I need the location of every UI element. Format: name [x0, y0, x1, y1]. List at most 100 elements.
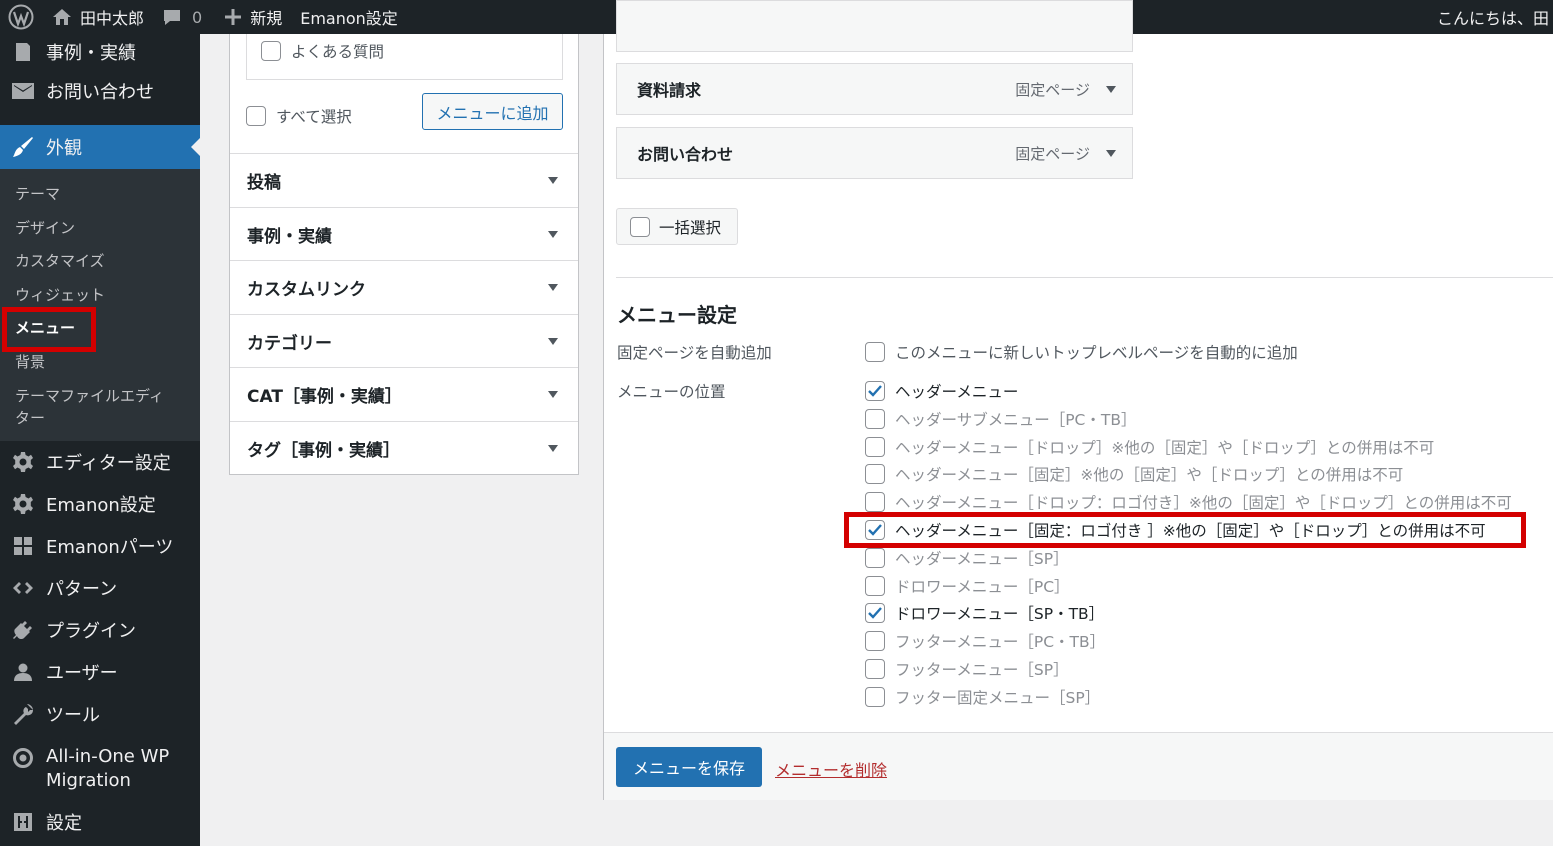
- accordion-label: 事例・実績: [247, 227, 332, 247]
- sidebar-item-cases[interactable]: 事例・実績: [0, 34, 200, 70]
- accordion-custom-links[interactable]: カスタムリンク: [230, 260, 578, 314]
- menu-item-type-label: 固定ページ: [1015, 144, 1090, 163]
- menu-location-label: ヘッダーメニュー［ドロップ］※他の［固定］や［ドロップ］との併用は不可: [895, 438, 1435, 457]
- triangle-down-icon: [1106, 85, 1116, 93]
- menu-location-option[interactable]: ヘッダーメニュー［SP］: [865, 547, 1069, 569]
- menu-location-label: ヘッダーメニュー［固定］※他の［固定］や［ドロップ］との併用は不可: [895, 466, 1404, 485]
- menu-item-previous[interactable]: [616, 0, 1133, 52]
- sidebar-item-emanon-settings[interactable]: Emanon設定: [0, 483, 200, 525]
- sidebar-item-patterns[interactable]: パターン: [0, 567, 200, 609]
- sidebar-item-appearance[interactable]: 外観: [0, 125, 200, 169]
- menu-item[interactable]: お問い合わせ 固定ページ: [616, 127, 1133, 179]
- save-menu-button[interactable]: メニューを保存: [616, 747, 762, 787]
- sidebar-item-label: ユーザー: [46, 663, 118, 684]
- menu-location-option[interactable]: ヘッダーメニュー［ドロップ］※他の［固定］や［ドロップ］との併用は不可: [865, 436, 1434, 458]
- triangle-down-icon: [1106, 149, 1116, 157]
- delete-menu-link[interactable]: メニューを削除: [775, 757, 887, 781]
- menu-location-option[interactable]: ヘッダーサブメニュー［PC・TB］: [865, 408, 1136, 430]
- menu-structure-panel: 資料請求 固定ページ お問い合わせ 固定ページ 一括選択 メニュー設定 固定ペー…: [603, 0, 1553, 800]
- menu-location-option[interactable]: ドロワーメニュー［PC］: [865, 575, 1070, 597]
- menu-item-type[interactable]: 固定ページ: [1015, 143, 1116, 164]
- menu-location-label: フッター固定メニュー［SP］: [895, 688, 1101, 707]
- sidebar-item-plugins[interactable]: プラグイン: [0, 609, 200, 651]
- auto-add-option-label: このメニューに新しいトップレベルページを自動的に追加: [895, 344, 1298, 362]
- sidebar-item-label: 設定: [46, 813, 82, 834]
- wrench-icon: [12, 703, 34, 725]
- menu-settings-title: メニュー設定: [617, 303, 737, 327]
- checkbox[interactable]: [865, 631, 885, 652]
- accordion-cases[interactable]: 事例・実績: [230, 207, 578, 261]
- menu-location-option[interactable]: フッター固定メニュー［SP］: [865, 686, 1100, 708]
- auto-add-checkbox[interactable]: [865, 342, 885, 362]
- new-content-link[interactable]: 新規: [215, 0, 291, 34]
- checked-checkbox[interactable]: [865, 381, 885, 401]
- menu-location-option[interactable]: フッターメニュー［PC・TB］: [865, 630, 1105, 652]
- select-all-checkbox[interactable]: [246, 106, 266, 126]
- sidebar-item-label: 事例・実績: [46, 43, 136, 64]
- gear-icon: [12, 451, 34, 473]
- checkbox[interactable]: [865, 408, 885, 429]
- menu-location-option[interactable]: ヘッダーメニュー［固定］※他の［固定］や［ドロップ］との併用は不可: [865, 463, 1403, 485]
- sidebar-item-all-in-one-migration[interactable]: All-in-One WP Migration: [0, 735, 200, 801]
- checkbox[interactable]: [865, 575, 885, 596]
- accordion-tag-cases[interactable]: タグ［事例・実績］: [230, 421, 578, 475]
- page-option-faq[interactable]: よくある質問: [261, 40, 384, 62]
- menu-item[interactable]: 資料請求 固定ページ: [616, 63, 1133, 115]
- faq-checkbox[interactable]: [261, 41, 281, 61]
- sidebar-item-contact[interactable]: お問い合わせ: [0, 70, 200, 112]
- accordion-cat-cases[interactable]: CAT［事例・実績］: [230, 367, 578, 421]
- sidebar-item-settings[interactable]: 設定: [0, 801, 200, 843]
- submenu-item-themes[interactable]: テーマ: [0, 177, 200, 211]
- plug-icon: [12, 619, 34, 641]
- menu-location-option[interactable]: ヘッダーメニュー: [865, 380, 1018, 402]
- menu-item-type[interactable]: 固定ページ: [1015, 79, 1116, 100]
- add-menu-items-panel: よくある質問 すべて選択 メニューに追加 投稿 事例・実績 カスタムリンク カテ…: [229, 34, 579, 475]
- sidebar-item-editor-settings[interactable]: エディター設定: [0, 441, 200, 483]
- accordion-label: カテゴリー: [247, 334, 332, 354]
- divider: [616, 277, 1553, 278]
- sidebar-item-label: お問い合わせ: [46, 82, 154, 103]
- accordion-posts[interactable]: 投稿: [230, 153, 578, 207]
- checkbox[interactable]: [865, 547, 885, 568]
- checkbox[interactable]: [865, 436, 885, 457]
- admin-sidebar: 事例・実績 お問い合わせ 外観 テーマ デザイン カスタマイズ ウィジェット メ…: [0, 34, 200, 846]
- sidebar-item-emanon-parts[interactable]: Emanonパーツ: [0, 525, 200, 567]
- checkmark-icon: [868, 385, 882, 397]
- checkbox[interactable]: [865, 492, 885, 513]
- menu-location-option[interactable]: ドロワーメニュー［SP・TB］: [865, 602, 1104, 624]
- menu-item-type-label: 固定ページ: [1015, 80, 1090, 99]
- sidebar-item-tools[interactable]: ツール: [0, 693, 200, 735]
- auto-add-option[interactable]: このメニューに新しいトップレベルページを自動的に追加: [865, 341, 1298, 363]
- checkbox[interactable]: [865, 464, 885, 485]
- submenu-item-customize[interactable]: カスタマイズ: [0, 244, 200, 278]
- checked-checkbox[interactable]: [865, 603, 885, 624]
- select-all-option[interactable]: すべて選択: [246, 105, 352, 127]
- menu-location-label: ドロワーメニュー［PC］: [895, 577, 1070, 596]
- submenu-item-widgets[interactable]: ウィジェット: [0, 278, 200, 312]
- accordion-categories[interactable]: カテゴリー: [230, 314, 578, 368]
- wordpress-logo-icon[interactable]: [0, 0, 43, 34]
- submenu-item-theme-file-editor[interactable]: テーマファイルエディター: [0, 378, 185, 433]
- paintbrush-icon: [12, 136, 34, 158]
- menu-location-option[interactable]: フッターメニュー［SP］: [865, 658, 1069, 680]
- gear-icon: [12, 493, 34, 515]
- account-greeting[interactable]: こんにちは、田: [1437, 0, 1553, 34]
- menu-location-label: ヘッダーサブメニュー［PC・TB］: [895, 410, 1137, 429]
- checkbox[interactable]: [865, 659, 885, 679]
- site-name: 田中太郎: [80, 9, 145, 28]
- menu-location-option[interactable]: ヘッダーメニュー［ドロップ：ロゴ付き］※他の［固定］や［ドロップ］との併用は不可: [865, 491, 1512, 513]
- sidebar-item-label: パターン: [46, 579, 118, 600]
- bulk-select-button[interactable]: 一括選択: [616, 208, 738, 245]
- site-name-link[interactable]: 田中太郎: [43, 0, 153, 34]
- menu-location-label: ヘッダーメニュー［ドロップ：ロゴ付き］※他の［固定］や［ドロップ］との併用は不可: [895, 494, 1512, 513]
- menu-item-title: お問い合わせ: [637, 145, 734, 164]
- sidebar-item-users[interactable]: ユーザー: [0, 651, 200, 693]
- menu-location-label: ヘッダーメニュー: [895, 383, 1019, 401]
- bulk-select-checkbox[interactable]: [630, 216, 650, 237]
- accordion-label: タグ［事例・実績］: [247, 441, 400, 461]
- emanon-settings-link[interactable]: Emanon設定: [291, 0, 407, 34]
- submenu-item-design[interactable]: デザイン: [0, 211, 200, 245]
- checkbox[interactable]: [865, 686, 885, 707]
- comments-link[interactable]: 0: [153, 0, 211, 34]
- add-to-menu-button[interactable]: メニューに追加: [422, 93, 563, 130]
